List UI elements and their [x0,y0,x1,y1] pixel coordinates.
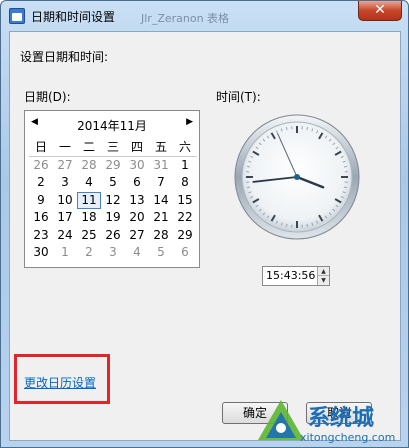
analog-clock [234,114,360,240]
arrow-up-icon: ▲ [321,268,326,275]
calendar-day[interactable]: 5 [149,244,173,262]
weekday-header: 二 [77,139,101,157]
calendar-day[interactable]: 11 [77,191,101,209]
watermark: 系统城 xitongcheng.com [256,394,409,448]
calendar-day[interactable]: 28 [149,227,173,245]
dialog-client-area: 设置日期和时间: 日期(D): 时间(T): ◀ 2014年11月 ▶ 日一二三… [9,31,401,441]
minute-tick [285,223,288,227]
date-time-settings-window: 日期和时间设置 Jlr_Zeranon 表格 ✕ 设置日期和时间: 日期(D):… [0,0,409,448]
weekday-header: 一 [53,139,77,157]
calendar-month[interactable]: 2014年11月 [25,117,199,134]
calendar-day[interactable]: 22 [173,209,197,227]
date-label: 日期(D): [24,90,71,104]
calendar-day[interactable]: 21 [149,209,173,227]
watermark-logo-icon [258,400,304,440]
calendar-day[interactable]: 6 [125,174,149,192]
calendar-day[interactable]: 31 [149,157,173,175]
calendar-day[interactable]: 23 [29,227,53,245]
spin-up-button[interactable]: ▲ [318,267,329,276]
calendar-day[interactable]: 17 [53,209,77,227]
calendar-day[interactable]: 12 [101,192,125,210]
calendar-day[interactable]: 4 [125,244,149,262]
time-spinner[interactable]: 15:43:56 ▲ ▼ [262,266,330,286]
minute-tick [247,186,251,189]
calendar-day[interactable]: 10 [53,192,77,210]
minute-tick [306,223,309,227]
calendar-day[interactable]: 14 [149,192,173,210]
calendar-day[interactable]: 5 [101,174,125,192]
calendar-day[interactable]: 1 [173,157,197,175]
calendar-day[interactable]: 15 [173,192,197,210]
calendar-day[interactable]: 4 [77,174,101,192]
calendar-day[interactable]: 26 [101,227,125,245]
minute-tick [285,127,288,131]
calendar-day[interactable]: 6 [173,244,197,262]
calendar-day[interactable]: 9 [29,192,53,210]
time-field[interactable]: 15:43:56 [266,269,315,282]
calendar-day[interactable]: 30 [125,157,149,175]
calendar-grid: 日一二三四五六 26 27 28 29 30 31 1 2 3 4 5 6 7 8 9 10 11 12 13 14 15… [29,139,197,262]
time-label: 时间(T): [216,90,261,104]
minute-tick [247,165,251,168]
weekday-header: 四 [125,139,149,157]
calendar-day[interactable]: 18 [77,209,101,227]
title-bar: 日期和时间设置 Jlr_Zeranon 表格 ✕ [1,1,408,31]
calendar-day[interactable]: 3 [53,174,77,192]
window-title: 日期和时间设置 [31,10,116,24]
background-window-title: Jlr_Zeranon 表格 [141,12,230,25]
calendar-day[interactable]: 2 [29,174,53,192]
calendar-day[interactable]: 29 [173,227,197,245]
calendar-day[interactable]: 27 [125,227,149,245]
minute-tick [343,165,347,168]
calendar-day[interactable]: 7 [149,174,173,192]
calendar-header: ◀ 2014年11月 ▶ [25,117,199,133]
clock-center [294,174,300,180]
watermark-brand: 系统城 [308,406,375,431]
spin-buttons: ▲ ▼ [317,267,329,285]
calendar-app-icon [9,8,25,24]
calendar-day[interactable]: 29 [101,157,125,175]
close-button[interactable]: ✕ [358,1,402,21]
minute-tick [306,127,309,131]
calendar-day[interactable]: 28 [77,157,101,175]
calendar-day[interactable]: 3 [101,244,125,262]
weekday-header: 五 [149,139,173,157]
watermark-url: xitongcheng.com [300,431,396,444]
calendar: ◀ 2014年11月 ▶ 日一二三四五六 26 27 28 29 30 31 1 2 3 4 5 6 7 8… [24,110,200,268]
calendar-day[interactable]: 13 [125,192,149,210]
calendar-day[interactable]: 8 [173,174,197,192]
minute-tick [343,186,347,189]
calendar-day[interactable]: 2 [77,244,101,262]
page-heading: 设置日期和时间: [20,50,109,64]
change-calendar-settings-link[interactable]: 更改日历设置 [24,374,96,391]
arrow-down-icon: ▼ [321,277,326,284]
next-month-icon[interactable]: ▶ [186,117,193,127]
calendar-day[interactable]: 24 [53,227,77,245]
spin-down-button[interactable]: ▼ [318,276,329,285]
weekday-header: 三 [101,139,125,157]
weekday-header: 六 [173,139,197,157]
calendar-day[interactable]: 19 [101,209,125,227]
calendar-day[interactable]: 25 [77,227,101,245]
calendar-day[interactable]: 1 [53,244,77,262]
calendar-day[interactable]: 30 [29,244,53,262]
calendar-day[interactable]: 27 [53,157,77,175]
calendar-day[interactable]: 20 [125,209,149,227]
calendar-day[interactable]: 26 [29,157,53,175]
calendar-day[interactable]: 16 [29,209,53,227]
close-icon: ✕ [374,2,386,18]
weekday-header: 日 [29,139,53,157]
